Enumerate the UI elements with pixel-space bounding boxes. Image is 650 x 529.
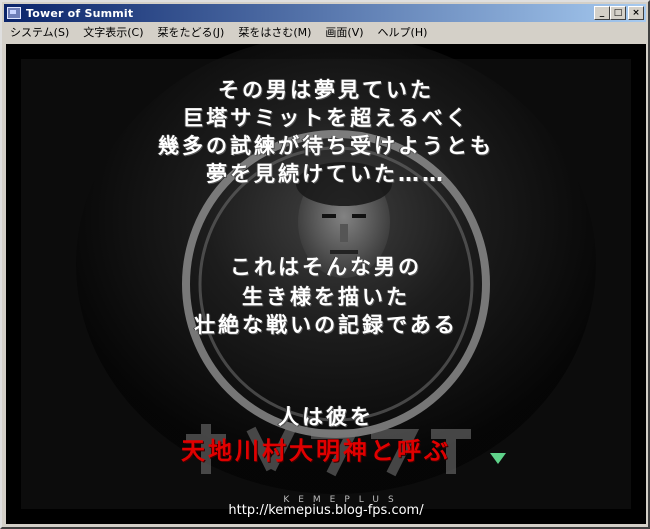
blog-url: http://kemepius.blog-fps.com/ xyxy=(228,503,424,518)
menu-load-bookmark[interactable]: 栞をたどる(J) xyxy=(151,23,232,42)
story-text-layer: その男は夢見ていた 巨塔サミットを超えるべく 幾多の試練が待ち受けようとも 夢を… xyxy=(6,44,646,524)
menu-help[interactable]: ヘルプ(H) xyxy=(371,23,435,42)
story-line: 人は彼を xyxy=(278,405,374,429)
caption-buttons: _ □ × xyxy=(594,6,644,20)
game-window: Tower of Summit _ □ × システム(S) 文字表示(C) 栞を… xyxy=(0,0,650,529)
menu-text-display[interactable]: 文字表示(C) xyxy=(76,23,150,42)
menu-bar: システム(S) 文字表示(C) 栞をたどる(J) 栞をはさむ(M) 画面(V) … xyxy=(4,23,646,42)
menu-screen[interactable]: 画面(V) xyxy=(318,23,370,42)
story-line: 幾多の試練が待ち受けようとも xyxy=(158,134,494,158)
story-line: 壮絶な戦いの記録である xyxy=(194,313,458,337)
menu-save-bookmark[interactable]: 栞をはさむ(M) xyxy=(231,23,318,42)
window-title: Tower of Summit xyxy=(26,6,134,20)
menu-system[interactable]: システム(S) xyxy=(4,23,76,42)
story-line: その男は夢見ていた xyxy=(218,78,434,102)
title-bar[interactable]: Tower of Summit _ □ × xyxy=(4,4,646,22)
green-triangle-down-icon xyxy=(490,453,506,464)
close-button[interactable]: × xyxy=(628,6,644,20)
story-highlight-line: 天地川村大明神と呼ぶ xyxy=(181,437,451,465)
app-icon[interactable] xyxy=(7,7,21,19)
maximize-button[interactable]: □ xyxy=(610,6,626,20)
minimize-button[interactable]: _ xyxy=(594,6,610,20)
story-line: これはそんな男の xyxy=(230,255,422,279)
story-line: 生き様を描いた xyxy=(242,285,410,309)
story-line: 巨塔サミットを超えるべく xyxy=(182,106,470,130)
game-screen[interactable]: KEMEPLUS その男は夢見ていた 巨塔サミットを超えるべく 幾多の試練が待ち… xyxy=(6,44,646,524)
story-line: 夢を見続けていた…… xyxy=(206,162,446,186)
